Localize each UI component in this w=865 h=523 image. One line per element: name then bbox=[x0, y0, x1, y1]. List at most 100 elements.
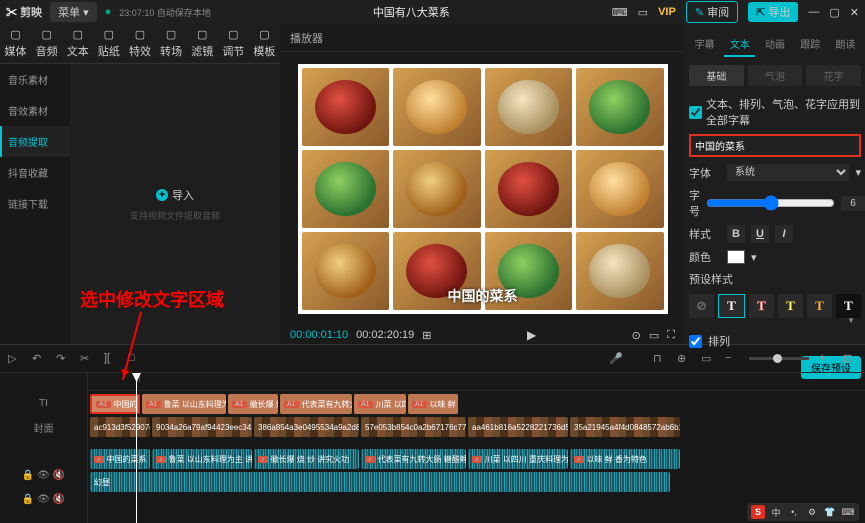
caption-text-input[interactable] bbox=[689, 134, 861, 157]
maximize-button[interactable]: ▢ bbox=[829, 6, 839, 19]
ime-skin[interactable]: 👕 bbox=[823, 505, 837, 519]
clip[interactable]: 57e053b854c0a2b67176c779117af8cb6.jpeg 0… bbox=[361, 417, 466, 437]
ratio-icon[interactable]: ▭ bbox=[649, 329, 659, 342]
mic-icon[interactable]: 🎤 bbox=[609, 352, 623, 366]
preset-5[interactable]: T bbox=[836, 294, 861, 318]
sidetab-音效素材[interactable]: 音效素材 bbox=[0, 95, 70, 126]
track-label-cover[interactable]: 封面 bbox=[0, 415, 87, 439]
clip[interactable]: ♪中国的菜系 bbox=[90, 449, 150, 469]
ime-settings[interactable]: ⚙ bbox=[805, 505, 819, 519]
preset-4[interactable]: T bbox=[807, 294, 832, 318]
tab-贴纸[interactable]: ▢贴纸 bbox=[93, 24, 124, 63]
pointer-tool[interactable]: ▷ bbox=[8, 352, 22, 366]
close-button[interactable]: ✕ bbox=[850, 6, 859, 19]
sidetab-链接下载[interactable]: 链接下载 bbox=[0, 188, 70, 219]
tab-音频[interactable]: ▢音频 bbox=[31, 24, 62, 63]
size-slider[interactable] bbox=[706, 195, 835, 211]
layout-icon[interactable]: ▭ bbox=[638, 6, 648, 19]
preset-2[interactable]: T bbox=[749, 294, 774, 318]
rtab-文本[interactable]: 文本 bbox=[724, 32, 755, 57]
rsubtab-基础[interactable]: 基础 bbox=[689, 65, 744, 86]
clip[interactable]: ♪以味 鲜 香为特色 bbox=[570, 449, 680, 469]
zoom-slider[interactable] bbox=[749, 357, 809, 360]
track-label-text[interactable]: TI bbox=[0, 391, 87, 415]
sidetab-抖音收藏[interactable]: 抖音收藏 bbox=[0, 157, 70, 188]
font-select[interactable]: 系统 bbox=[727, 164, 849, 181]
zoom-out-icon[interactable]: − bbox=[725, 352, 739, 366]
rtab-跟踪[interactable]: 跟踪 bbox=[795, 32, 826, 57]
tab-文本[interactable]: ▢文本 bbox=[62, 24, 93, 63]
play-button[interactable]: ▶ bbox=[527, 328, 536, 342]
split-tool[interactable]: ✂ bbox=[80, 352, 94, 366]
menu-dropdown[interactable]: 菜单 ▾ bbox=[50, 2, 97, 22]
tab-媒体[interactable]: ▢媒体 bbox=[0, 24, 31, 63]
bracket-left-icon[interactable]: ][ bbox=[104, 352, 118, 366]
tab-滤镜[interactable]: ▢滤镜 bbox=[187, 24, 218, 63]
clip[interactable]: ♪川菜 以四川 重庆料理为主 bbox=[468, 449, 568, 469]
clip[interactable]: A1代表菜有九转大肠 糖醋鲤鱼 葱烧海参 bbox=[280, 394, 352, 414]
import-area[interactable]: +导入 支持视频文件提取音频 bbox=[70, 64, 280, 344]
clip[interactable]: A1鲁菜 以山东料理为主 讲究清香 鲜嫩 味醇 bbox=[142, 394, 226, 414]
minimize-button[interactable]: — bbox=[808, 6, 819, 18]
clip[interactable]: ♪徽长爆 烧 炒 讲究火功 bbox=[254, 449, 359, 469]
clip[interactable]: ac913d3f52907c790d bbox=[90, 417, 150, 437]
magnet-icon[interactable]: ⊓ bbox=[653, 352, 667, 366]
zoom-in-icon[interactable]: + bbox=[819, 352, 833, 366]
timeline-track[interactable]: A1中国的菜系A1鲁菜 以山东料理为主 讲究清香 鲜嫩 味醇A1徽长爆 烧炒 讲… bbox=[88, 394, 865, 414]
preview-canvas[interactable]: 中国的菜系 bbox=[298, 64, 668, 314]
fullscreen-icon[interactable]: ⛶ bbox=[667, 329, 675, 342]
preset-none[interactable]: ⊘ bbox=[689, 294, 714, 318]
time-ruler[interactable]: 0 bbox=[88, 373, 865, 391]
shortcut-icon[interactable]: ⌨ bbox=[612, 6, 628, 19]
scale-icon[interactable]: ⊙ bbox=[632, 329, 641, 342]
preset-1[interactable]: T bbox=[718, 294, 745, 318]
ime-keyboard[interactable]: ⌨ bbox=[841, 505, 855, 519]
rsubtab-花字[interactable]: 花字 bbox=[806, 65, 861, 86]
clip[interactable]: A1川菜 以四川 重庆料理为主 bbox=[354, 394, 406, 414]
timeline-track[interactable]: ac913d3f52907c790d9034a26a79af94423eec34… bbox=[88, 417, 865, 437]
tab-转场[interactable]: ▢转场 bbox=[156, 24, 187, 63]
clip[interactable]: aa461b816a5228221736d5889ee9aa1a.j bbox=[468, 417, 568, 437]
link-icon[interactable]: ⊕ bbox=[677, 352, 691, 366]
vip-badge[interactable]: VIP bbox=[658, 6, 676, 18]
rtab-字幕[interactable]: 字幕 bbox=[689, 32, 720, 57]
timeline-track[interactable]: 幻昼 bbox=[88, 472, 865, 492]
track-lock-icon[interactable]: 🔒 👁 🔇 bbox=[0, 463, 87, 487]
ime-punct[interactable]: •, bbox=[787, 505, 801, 519]
grid-icon[interactable]: ⊞ bbox=[422, 329, 431, 342]
clip[interactable]: 386a854a3e0495534a9a2d8d5093e6c7c.jpeg 0… bbox=[254, 417, 359, 437]
tab-调节[interactable]: ▢调节 bbox=[218, 24, 249, 63]
italic-button[interactable]: I bbox=[775, 225, 793, 243]
ime-sogou-icon[interactable]: S bbox=[751, 505, 765, 519]
color-picker[interactable] bbox=[727, 250, 745, 264]
review-button[interactable]: ✎ 审阅 bbox=[686, 1, 738, 23]
dropdown-icon[interactable]: ▾ bbox=[751, 251, 757, 264]
clip[interactable]: A1中国的菜系 bbox=[90, 394, 140, 414]
sidetab-音乐素材[interactable]: 音乐素材 bbox=[0, 64, 70, 95]
zoom-fit-icon[interactable]: ⊡ bbox=[843, 352, 857, 366]
sidetab-音频提取[interactable]: 音频提取 bbox=[0, 126, 70, 157]
playhead[interactable] bbox=[136, 373, 137, 523]
clip[interactable]: A1以味 鲜 香为特色 bbox=[408, 394, 458, 414]
clip[interactable]: ♪鲁菜 以山东料理为主 讲究清香 鲜嫩 味醇 bbox=[152, 449, 252, 469]
track-lock-icon[interactable]: 🔒 👁 🔇 bbox=[0, 487, 87, 511]
dropdown-icon[interactable]: ▾ bbox=[855, 166, 861, 179]
preview-caption[interactable]: 中国的菜系 bbox=[448, 286, 518, 306]
tab-模板[interactable]: ▢模板 bbox=[249, 24, 280, 63]
preview-icon[interactable]: ▭ bbox=[701, 352, 715, 366]
clip[interactable]: ♪代表菜有九转大肠 糖醋鲤鱼 葱烧海参 bbox=[361, 449, 466, 469]
bold-button[interactable]: B bbox=[727, 225, 745, 243]
size-value[interactable]: 6 bbox=[841, 196, 865, 211]
apply-all-checkbox[interactable]: 文本、排列、气泡、花字应用到全部字幕 bbox=[689, 94, 861, 130]
clip[interactable]: 幻昼 bbox=[90, 472, 670, 492]
rtab-动画[interactable]: 动画 bbox=[759, 32, 790, 57]
ime-bar[interactable]: S 中 •, ⚙ 👕 ⌨ bbox=[747, 503, 859, 521]
underline-button[interactable]: U bbox=[751, 225, 769, 243]
clip[interactable]: A1徽长爆 烧炒 讲究火功 bbox=[228, 394, 278, 414]
timeline-track[interactable]: ♪中国的菜系♪鲁菜 以山东料理为主 讲究清香 鲜嫩 味醇♪徽长爆 烧 炒 讲究火… bbox=[88, 449, 865, 469]
clip[interactable]: 35a21945a4f4d0848572ab6b136f4d94.jpe bbox=[570, 417, 680, 437]
redo-button[interactable]: ↷ bbox=[56, 352, 70, 366]
rtab-朗读[interactable]: 朗读 bbox=[830, 32, 861, 57]
tab-特效[interactable]: ▢特效 bbox=[124, 24, 155, 63]
rsubtab-气泡[interactable]: 气泡 bbox=[748, 65, 803, 86]
